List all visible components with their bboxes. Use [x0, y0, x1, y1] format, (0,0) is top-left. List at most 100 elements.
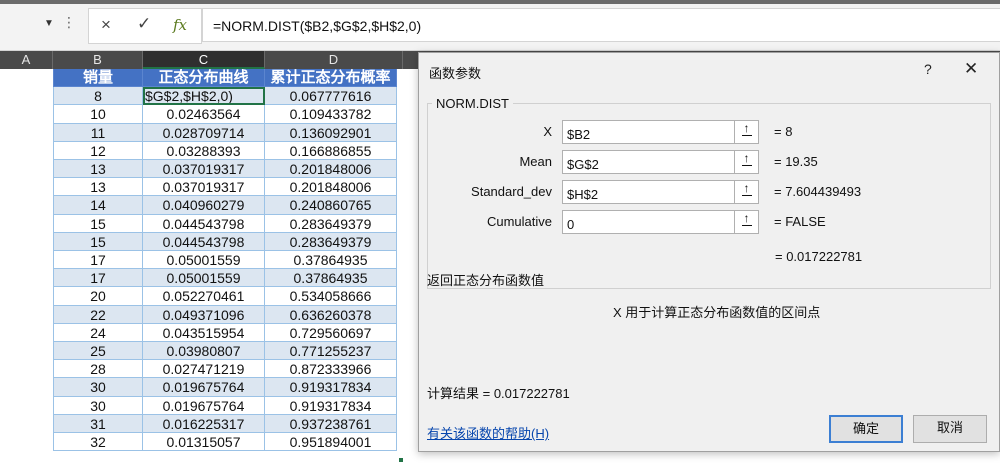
cell-normal-curve[interactable]: 0.05001559 [143, 251, 265, 270]
cell-cumulative[interactable]: 0.37864935 [265, 269, 397, 288]
cell-sales[interactable]: 30 [53, 378, 143, 397]
cell-cumulative[interactable]: 0.201848006 [265, 160, 397, 179]
cell-normal-curve[interactable]: 0.044543798 [143, 214, 265, 233]
function-name: NORM.DIST [432, 96, 513, 111]
column-header-c[interactable]: C [143, 51, 265, 69]
column-header-b[interactable]: B [53, 51, 143, 69]
cancel-button[interactable]: 取消 [913, 415, 987, 443]
enter-icon[interactable]: ✓ [137, 14, 151, 34]
cell-normal-curve[interactable]: 0.037019317 [143, 178, 265, 197]
function-help-link[interactable]: 有关该函数的帮助(H) [427, 423, 549, 442]
cell-cumulative[interactable]: 0.201848006 [265, 178, 397, 197]
cell-sales[interactable]: 31 [53, 414, 143, 433]
cell-normal-curve[interactable]: 0.040960279 [143, 196, 265, 215]
cell-normal-curve[interactable]: 0.049371096 [143, 305, 265, 324]
cell-normal-curve[interactable]: 0.01315057 [143, 433, 265, 452]
cell-cumulative[interactable]: 0.636260378 [265, 305, 397, 324]
close-icon[interactable]: ✕ [964, 59, 978, 79]
cell-cumulative[interactable]: 0.534058666 [265, 287, 397, 306]
cell-sales[interactable]: 25 [53, 342, 143, 361]
cell-sales[interactable]: 12 [53, 141, 143, 160]
function-arguments-dialog: 函数参数 ? ✕ NORM.DIST X ↑ = 8 Mean ↑ = 19.3… [418, 52, 1000, 452]
table-row: 32 0.01315057 0.951894001 [53, 433, 403, 452]
table-row: 28 0.027471219 0.872333966 [53, 360, 403, 379]
collapse-dialog-icon[interactable]: ↑ [735, 180, 759, 204]
cell-cumulative[interactable]: 0.240860765 [265, 196, 397, 215]
cell-cumulative[interactable]: 0.872333966 [265, 360, 397, 379]
cell-sales[interactable]: 11 [53, 123, 143, 142]
cell-normal-curve[interactable]: 0.016225317 [143, 414, 265, 433]
cell-normal-curve[interactable]: 0.052270461 [143, 287, 265, 306]
cell-sales[interactable]: 8 [53, 87, 143, 106]
cell-cumulative[interactable]: 0.37864935 [265, 251, 397, 270]
cell-normal-curve[interactable]: 0.03980807 [143, 342, 265, 361]
collapse-dialog-icon[interactable]: ↑ [735, 150, 759, 174]
cell-cumulative[interactable]: 0.919317834 [265, 378, 397, 397]
arg-input-x[interactable] [562, 120, 735, 144]
header-cell-cumulative[interactable]: 累计正态分布概率 [265, 69, 397, 88]
cell-normal-curve[interactable]: 0.043515954 [143, 323, 265, 342]
cell-cumulative[interactable]: 0.951894001 [265, 433, 397, 452]
cell-cumulative[interactable]: 0.067777616 [265, 87, 397, 106]
cell-normal-curve[interactable]: 0.05001559 [143, 269, 265, 288]
cell-normal-curve[interactable]: 0.019675764 [143, 396, 265, 415]
cell-sales[interactable]: 32 [53, 433, 143, 452]
cell-normal-curve[interactable]: 0.027471219 [143, 360, 265, 379]
cell-cumulative[interactable]: 0.109433782 [265, 105, 397, 124]
cell-sales[interactable]: 30 [53, 396, 143, 415]
header-cell-sales[interactable]: 销量 [53, 69, 143, 88]
arg-result-mean: = 19.35 [774, 154, 818, 169]
cell-cumulative[interactable]: 0.729560697 [265, 323, 397, 342]
cell-normal-curve[interactable]: 0.02463564 [143, 105, 265, 124]
cell-cumulative[interactable]: 0.166886855 [265, 141, 397, 160]
table-row: 14 0.040960279 0.240860765 [53, 196, 403, 215]
collapse-dialog-icon[interactable]: ↑ [735, 210, 759, 234]
cell-sales[interactable]: 14 [53, 196, 143, 215]
cell-cumulative[interactable]: 0.283649379 [265, 214, 397, 233]
insert-function-icon[interactable]: fx [173, 16, 187, 34]
arg-label-cumulative: Cumulative [486, 214, 552, 229]
cell-sales[interactable]: 15 [53, 232, 143, 251]
cell-sales[interactable]: 13 [53, 160, 143, 179]
cell-normal-curve[interactable]: 0.044543798 [143, 232, 265, 251]
arg-input-cumulative[interactable] [562, 210, 735, 234]
cell-cumulative[interactable]: 0.136092901 [265, 123, 397, 142]
column-header-d[interactable]: D [265, 51, 403, 69]
ribbon-edge [0, 0, 1000, 4]
cell-sales[interactable]: 15 [53, 214, 143, 233]
cell-normal-curve[interactable]: 0.03288393 [143, 141, 265, 160]
formula-input[interactable]: =NORM.DIST($B2,$G$2,$H$2,0) [202, 8, 1000, 42]
arg-input-mean[interactable] [562, 150, 735, 174]
cell-sales[interactable]: 22 [53, 305, 143, 324]
formula-result: = 0.017222781 [775, 249, 863, 264]
table-row: 24 0.043515954 0.729560697 [53, 323, 403, 342]
cell-cumulative[interactable]: 0.283649379 [265, 232, 397, 251]
cancel-icon[interactable]: × [101, 15, 111, 35]
fill-handle[interactable] [399, 458, 403, 462]
cell-normal-curve[interactable]: 0.019675764 [143, 378, 265, 397]
cell-cumulative[interactable]: 0.919317834 [265, 396, 397, 415]
cell-sales[interactable]: 24 [53, 323, 143, 342]
cell-sales[interactable]: 17 [53, 251, 143, 270]
table-row: 10 0.02463564 0.109433782 [53, 105, 403, 124]
cell-sales[interactable]: 20 [53, 287, 143, 306]
cell-cumulative[interactable]: 0.771255237 [265, 342, 397, 361]
table-row: 12 0.03288393 0.166886855 [53, 141, 403, 160]
arg-input-standard-dev[interactable] [562, 180, 735, 204]
cell-normal-curve[interactable]: 0.028709714 [143, 123, 265, 142]
name-box-dropdown-icon[interactable]: ▼ [44, 18, 54, 29]
cell-sales[interactable]: 28 [53, 360, 143, 379]
column-header-a[interactable]: A [0, 51, 53, 69]
ok-button[interactable]: 确定 [829, 415, 903, 443]
cell-cumulative[interactable]: 0.937238761 [265, 414, 397, 433]
header-cell-normal-curve[interactable]: 正态分布曲线 [143, 69, 265, 88]
cell-sales[interactable]: 13 [53, 178, 143, 197]
cell-sales[interactable]: 17 [53, 269, 143, 288]
arg-result-cumulative: = FALSE [774, 214, 826, 229]
cell-sales[interactable]: 10 [53, 105, 143, 124]
cell-normal-curve[interactable]: 0.037019317 [143, 160, 265, 179]
table-row: 31 0.016225317 0.937238761 [53, 414, 403, 433]
help-icon[interactable]: ? [924, 61, 932, 77]
active-cell[interactable]: $G$2,$H$2,0) [143, 87, 265, 106]
collapse-dialog-icon[interactable]: ↑ [735, 120, 759, 144]
